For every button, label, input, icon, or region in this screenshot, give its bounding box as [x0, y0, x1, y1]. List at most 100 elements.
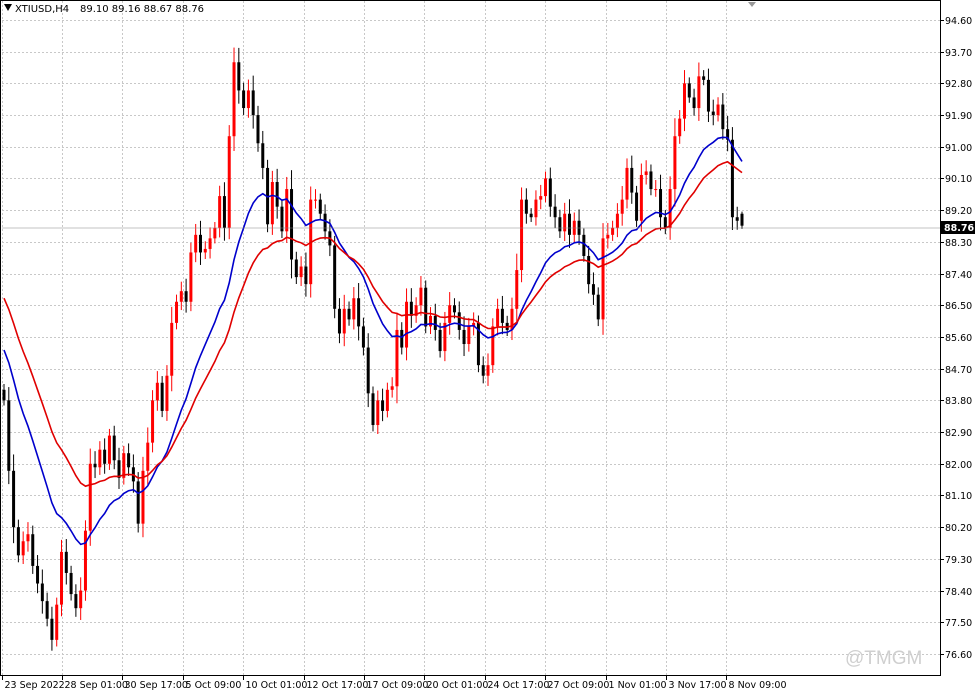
candle-body	[567, 213, 571, 235]
candle-body	[323, 213, 327, 232]
candle-body	[591, 284, 595, 295]
y-tick-label: 91.90	[945, 111, 972, 122]
candle-body	[40, 583, 44, 602]
y-tick-label: 80.20	[945, 523, 972, 534]
candle-body	[544, 178, 548, 197]
candle-body	[294, 259, 298, 278]
candle-body	[55, 604, 59, 640]
candle-body	[189, 252, 193, 302]
candle-body	[16, 527, 20, 556]
candle-body	[639, 174, 643, 221]
y-tick-label: 92.80	[945, 79, 972, 90]
candle-body	[290, 189, 294, 260]
candle-body	[740, 213, 744, 226]
candle-body	[127, 453, 131, 468]
candle-body	[649, 171, 653, 190]
candle-body	[251, 90, 255, 116]
candle-body	[438, 329, 442, 352]
candle-body	[539, 196, 543, 200]
candle-body	[242, 90, 246, 109]
candle-body	[299, 266, 303, 278]
candle-body	[337, 308, 341, 334]
x-tick-label: 8 Nov 09:00	[729, 680, 787, 691]
y-tick-label: 86.50	[945, 301, 972, 312]
candle-body	[400, 329, 404, 348]
y-tick-label: 91.00	[945, 143, 972, 154]
candle-body	[232, 62, 236, 137]
ohlc-readout: 89.10 89.16 88.67 88.76	[80, 4, 204, 15]
x-tick-label: 30 Sep 17:00	[125, 680, 188, 691]
candle-body	[515, 270, 519, 309]
candle-body	[596, 294, 600, 320]
candle-body	[702, 76, 706, 80]
y-tick-label: 84.70	[945, 365, 972, 376]
candle-body	[26, 534, 30, 542]
candle-body	[654, 189, 658, 191]
price-axis: 94.60 93.70 92.80 91.90 91.00 90.10 89.20 88.30…	[940, 16, 972, 661]
candle-body	[304, 266, 308, 285]
y-tick-label: 88.30	[945, 238, 972, 249]
candle-body	[208, 238, 212, 249]
candlestick-chart[interactable]: 94.60 93.70 92.80 91.90 91.00 90.10 89.20 88.30…	[0, 0, 976, 696]
candle-body	[112, 435, 116, 461]
candle-body	[366, 347, 370, 394]
candle-body	[692, 97, 696, 109]
candle-body	[385, 389, 389, 411]
candle-body	[270, 182, 274, 225]
candle-body	[45, 601, 49, 619]
candle-body	[64, 551, 68, 573]
candle-body	[433, 315, 437, 330]
x-tick-label: 3 Nov 17:00	[669, 680, 727, 691]
candle-body	[361, 326, 365, 348]
candle-body	[735, 217, 739, 221]
candle-body	[79, 590, 83, 609]
candle-body	[524, 199, 528, 214]
candle-body	[246, 90, 250, 109]
candle-body	[261, 143, 265, 168]
candle-body	[563, 213, 567, 232]
candle-body	[687, 83, 691, 98]
candle-body	[730, 139, 734, 218]
candle-body	[50, 618, 54, 640]
candle-body	[467, 326, 471, 345]
candle-body	[93, 463, 97, 468]
candle-body	[548, 178, 552, 207]
candle-body	[198, 234, 202, 253]
candle-body	[409, 301, 413, 316]
x-tick-label: 1 Nov 01:00	[609, 680, 667, 691]
candle-body	[98, 449, 102, 468]
candle-body	[60, 551, 64, 605]
candle-body	[448, 305, 452, 323]
candle-body	[347, 308, 351, 320]
candle-body	[256, 115, 260, 144]
candle-body	[496, 308, 500, 327]
x-tick-label: 12 Oct 17:00	[307, 680, 369, 691]
candle-body	[194, 234, 198, 253]
candle-body	[611, 227, 615, 235]
x-tick-label: 5 Oct 09:00	[186, 680, 242, 691]
candle-body	[620, 199, 624, 214]
candle-body	[587, 255, 591, 285]
chart-window[interactable]: 94.60 93.70 92.80 91.90 91.00 90.10 89.20 88.30…	[0, 0, 976, 696]
y-tick-label: 90.10	[945, 174, 972, 185]
candle-body	[103, 449, 107, 464]
candle-body	[170, 322, 174, 376]
x-tick-label: 23 Sep 2022	[5, 680, 65, 691]
candle-body	[663, 217, 667, 228]
candle-body	[213, 227, 217, 239]
candle-body	[721, 104, 725, 130]
candle-body	[74, 594, 78, 609]
candle-body	[285, 189, 289, 232]
candle-body	[371, 393, 375, 426]
candle-body	[601, 238, 605, 320]
candle-body	[237, 62, 241, 91]
candle-body	[352, 298, 356, 320]
candle-body	[146, 442, 150, 471]
y-tick-label: 93.70	[945, 48, 972, 59]
candle-body	[429, 315, 433, 327]
candle-body	[424, 287, 428, 327]
x-tick-label: 24 Oct 17:00	[488, 680, 550, 691]
candle-body	[682, 83, 686, 119]
symbol-label: XTIUSD,H4	[15, 4, 69, 15]
candle-body	[405, 301, 409, 348]
